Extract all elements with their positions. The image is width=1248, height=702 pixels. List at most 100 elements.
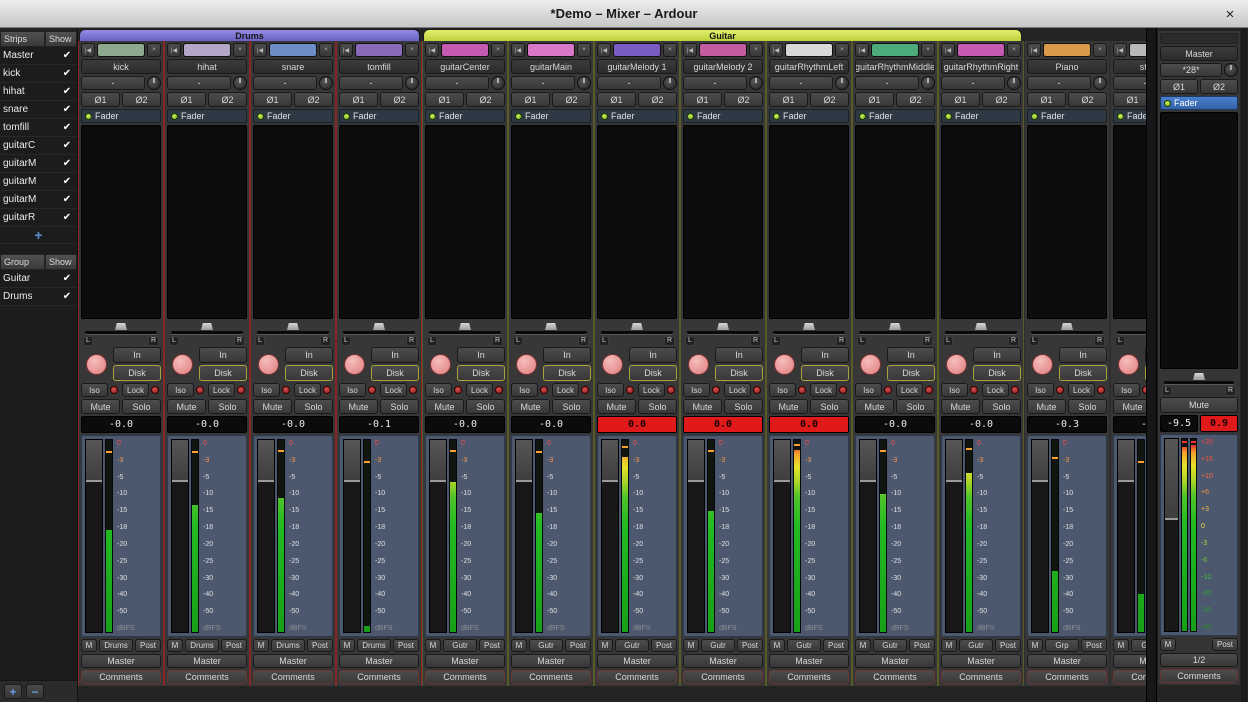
output-button[interactable]: Master xyxy=(855,654,935,668)
phase-invert-2-button[interactable]: Ø2 xyxy=(294,92,333,107)
phase-invert-2-button[interactable]: Ø2 xyxy=(810,92,849,107)
window-close-icon[interactable]: × xyxy=(1220,4,1240,24)
strip-color-bar[interactable] xyxy=(441,43,489,57)
meter-point-button[interactable]: Post xyxy=(393,639,419,652)
processor-box[interactable] xyxy=(425,125,505,319)
output-button[interactable]: Master xyxy=(769,654,849,668)
solo-lock-button[interactable]: Lock xyxy=(380,383,407,397)
solo-iso-button[interactable]: Iso xyxy=(511,383,538,397)
trim-knob[interactable] xyxy=(319,76,333,90)
list-item-checkmark[interactable]: ✔ xyxy=(60,194,74,205)
list-item[interactable]: Master ✔ xyxy=(0,47,77,65)
output-button[interactable]: Master xyxy=(425,654,505,668)
strip-name-button[interactable]: strings xyxy=(1113,59,1146,74)
list-item-checkmark[interactable]: ✔ xyxy=(60,104,74,115)
list-item-checkmark[interactable]: ✔ xyxy=(60,176,74,187)
scroll-to-strip-button[interactable]: |◀ xyxy=(339,43,353,57)
strip-color-bar[interactable] xyxy=(355,43,403,57)
phase-invert-2-button[interactable]: Ø2 xyxy=(552,92,591,107)
strip-close-icon[interactable]: × xyxy=(147,43,161,57)
solo-lock-button[interactable]: Lock xyxy=(122,383,149,397)
solo-lock-button[interactable]: Lock xyxy=(638,383,665,397)
phase-invert-2-button[interactable]: Ø2 xyxy=(380,92,419,107)
meter-point-button[interactable]: Post xyxy=(565,639,591,652)
master-send-button[interactable]: M xyxy=(425,639,441,652)
pan-control[interactable]: L R xyxy=(1113,321,1146,345)
processor-box[interactable] xyxy=(683,125,763,319)
output-button[interactable]: Master xyxy=(339,654,419,668)
solo-lock-button[interactable]: Lock xyxy=(896,383,923,397)
group-assign-button[interactable]: Drums xyxy=(99,639,133,652)
solo-iso-button[interactable]: Iso xyxy=(425,383,452,397)
trim-knob[interactable] xyxy=(749,76,763,90)
group-assign-button[interactable]: Gutr xyxy=(873,639,907,652)
solo-button[interactable]: Solo xyxy=(896,399,935,414)
strip-name-button[interactable]: guitarMelody 2 xyxy=(683,59,763,74)
strip-name-button[interactable]: guitarMelody 1 xyxy=(597,59,677,74)
comments-button[interactable]: Comments xyxy=(425,670,505,684)
monitor-disk-button[interactable]: Disk xyxy=(1059,365,1107,381)
solo-lock-button[interactable]: Lock xyxy=(208,383,235,397)
input-button[interactable]: - xyxy=(339,76,403,90)
monitor-disk-button[interactable]: Disk xyxy=(715,365,763,381)
gain-display[interactable]: 0.0 xyxy=(597,416,677,433)
remove-group-button[interactable]: − xyxy=(26,684,44,699)
master-fader-processor-entry[interactable]: Fader xyxy=(1160,96,1238,110)
strip-close-icon[interactable]: × xyxy=(749,43,763,57)
strip-color-bar[interactable] xyxy=(957,43,1005,57)
solo-lock-button[interactable]: Lock xyxy=(810,383,837,397)
fader-processor-entry[interactable]: Fader xyxy=(425,109,505,123)
list-item-checkmark[interactable]: ✔ xyxy=(60,122,74,133)
vertical-scrollbar[interactable] xyxy=(1146,28,1157,702)
pan-handle[interactable] xyxy=(1061,323,1073,330)
strip-name-button[interactable]: guitarRhythmLeft xyxy=(769,59,849,74)
list-item[interactable]: Drums ✔ xyxy=(0,288,77,306)
master-peak-display[interactable]: 0.9 xyxy=(1200,415,1238,432)
fader-processor-entry[interactable]: Fader xyxy=(339,109,419,123)
group-assign-button[interactable]: Grp xyxy=(1131,639,1146,652)
master-pan-handle[interactable] xyxy=(1193,373,1205,380)
monitor-input-button[interactable]: In xyxy=(199,347,247,363)
gain-display[interactable]: -0.0 xyxy=(855,416,935,433)
scroll-to-strip-button[interactable]: |◀ xyxy=(941,43,955,57)
group-assign-button[interactable]: Drums xyxy=(185,639,219,652)
gain-display[interactable]: -0.0 xyxy=(1113,416,1146,433)
strip-close-icon[interactable]: × xyxy=(663,43,677,57)
monitor-disk-button[interactable]: Disk xyxy=(629,365,677,381)
input-button[interactable]: - xyxy=(167,76,231,90)
output-button[interactable]: Master xyxy=(81,654,161,668)
scroll-to-strip-button[interactable]: |◀ xyxy=(683,43,697,57)
record-enable-button[interactable] xyxy=(946,354,967,375)
record-enable-button[interactable] xyxy=(172,354,193,375)
gain-display[interactable]: 0.0 xyxy=(683,416,763,433)
monitor-input-button[interactable]: In xyxy=(629,347,677,363)
phase-invert-1-button[interactable]: Ø1 xyxy=(1113,92,1146,107)
pan-handle[interactable] xyxy=(717,323,729,330)
scroll-to-strip-button[interactable]: |◀ xyxy=(253,43,267,57)
group-assign-button[interactable]: Grp xyxy=(1045,639,1079,652)
monitor-input-button[interactable]: In xyxy=(801,347,849,363)
strip-close-icon[interactable]: × xyxy=(1007,43,1021,57)
pan-handle[interactable] xyxy=(201,323,213,330)
fader-slider[interactable] xyxy=(85,439,103,633)
comments-button[interactable]: Comments xyxy=(167,670,247,684)
record-enable-button[interactable] xyxy=(688,354,709,375)
processor-box[interactable] xyxy=(511,125,591,319)
phase-invert-2-button[interactable]: Ø2 xyxy=(724,92,763,107)
gain-display[interactable]: -0.3 xyxy=(1027,416,1107,433)
mute-button[interactable]: Mute xyxy=(941,399,980,414)
master-send-button[interactable]: M xyxy=(1027,639,1043,652)
strip-color-bar[interactable] xyxy=(97,43,145,57)
list-item[interactable]: snare ✔ xyxy=(0,101,77,119)
pan-handle[interactable] xyxy=(631,323,643,330)
monitor-disk-button[interactable]: Disk xyxy=(371,365,419,381)
solo-button[interactable]: Solo xyxy=(208,399,247,414)
input-button[interactable]: - xyxy=(597,76,661,90)
monitor-input-button[interactable]: In xyxy=(285,347,333,363)
meter-point-button[interactable]: Post xyxy=(909,639,935,652)
input-button[interactable]: - xyxy=(1113,76,1146,90)
solo-button[interactable]: Solo xyxy=(552,399,591,414)
input-button[interactable]: - xyxy=(769,76,833,90)
master-phase-1-button[interactable]: Ø1 xyxy=(1160,79,1198,94)
solo-lock-button[interactable]: Lock xyxy=(294,383,321,397)
